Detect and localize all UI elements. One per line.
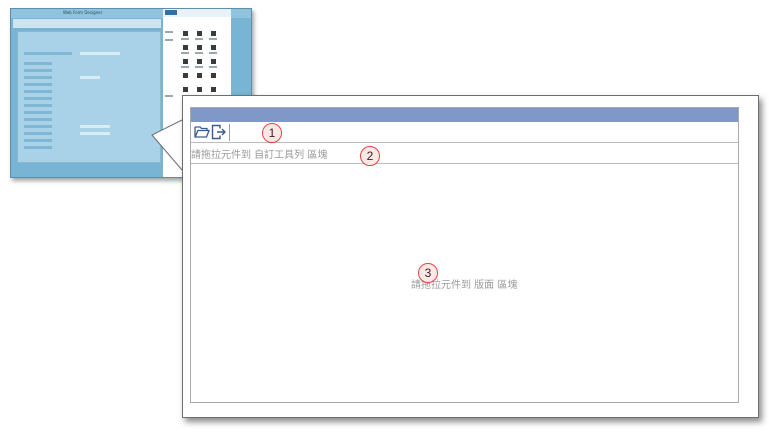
custom-toolbar-dropzone[interactable]: 請拖拉元件到 自訂工具列 區塊 [191, 143, 738, 164]
custom-toolbar-hint: 請拖拉元件到 自訂工具列 區塊 [191, 150, 328, 161]
marker-3: 3 [418, 263, 438, 283]
form-layout-dropzone[interactable]: 請拖拉元件到 版面 區塊 [191, 164, 738, 402]
marker-2: 2 [360, 146, 380, 166]
folder-open-icon [194, 126, 210, 138]
zoomed-callout: 請拖拉元件到 自訂工具列 區塊 請拖拉元件到 版面 區塊 1 2 3 [182, 95, 759, 418]
header-bar [191, 108, 738, 122]
toolbar-divider [229, 124, 230, 141]
exit-icon [211, 124, 226, 140]
open-button[interactable] [194, 124, 210, 140]
designer-canvas: 請拖拉元件到 自訂工具列 區塊 請拖拉元件到 版面 區塊 [190, 107, 739, 403]
exit-button[interactable] [211, 124, 227, 140]
marker-1: 1 [262, 123, 282, 143]
